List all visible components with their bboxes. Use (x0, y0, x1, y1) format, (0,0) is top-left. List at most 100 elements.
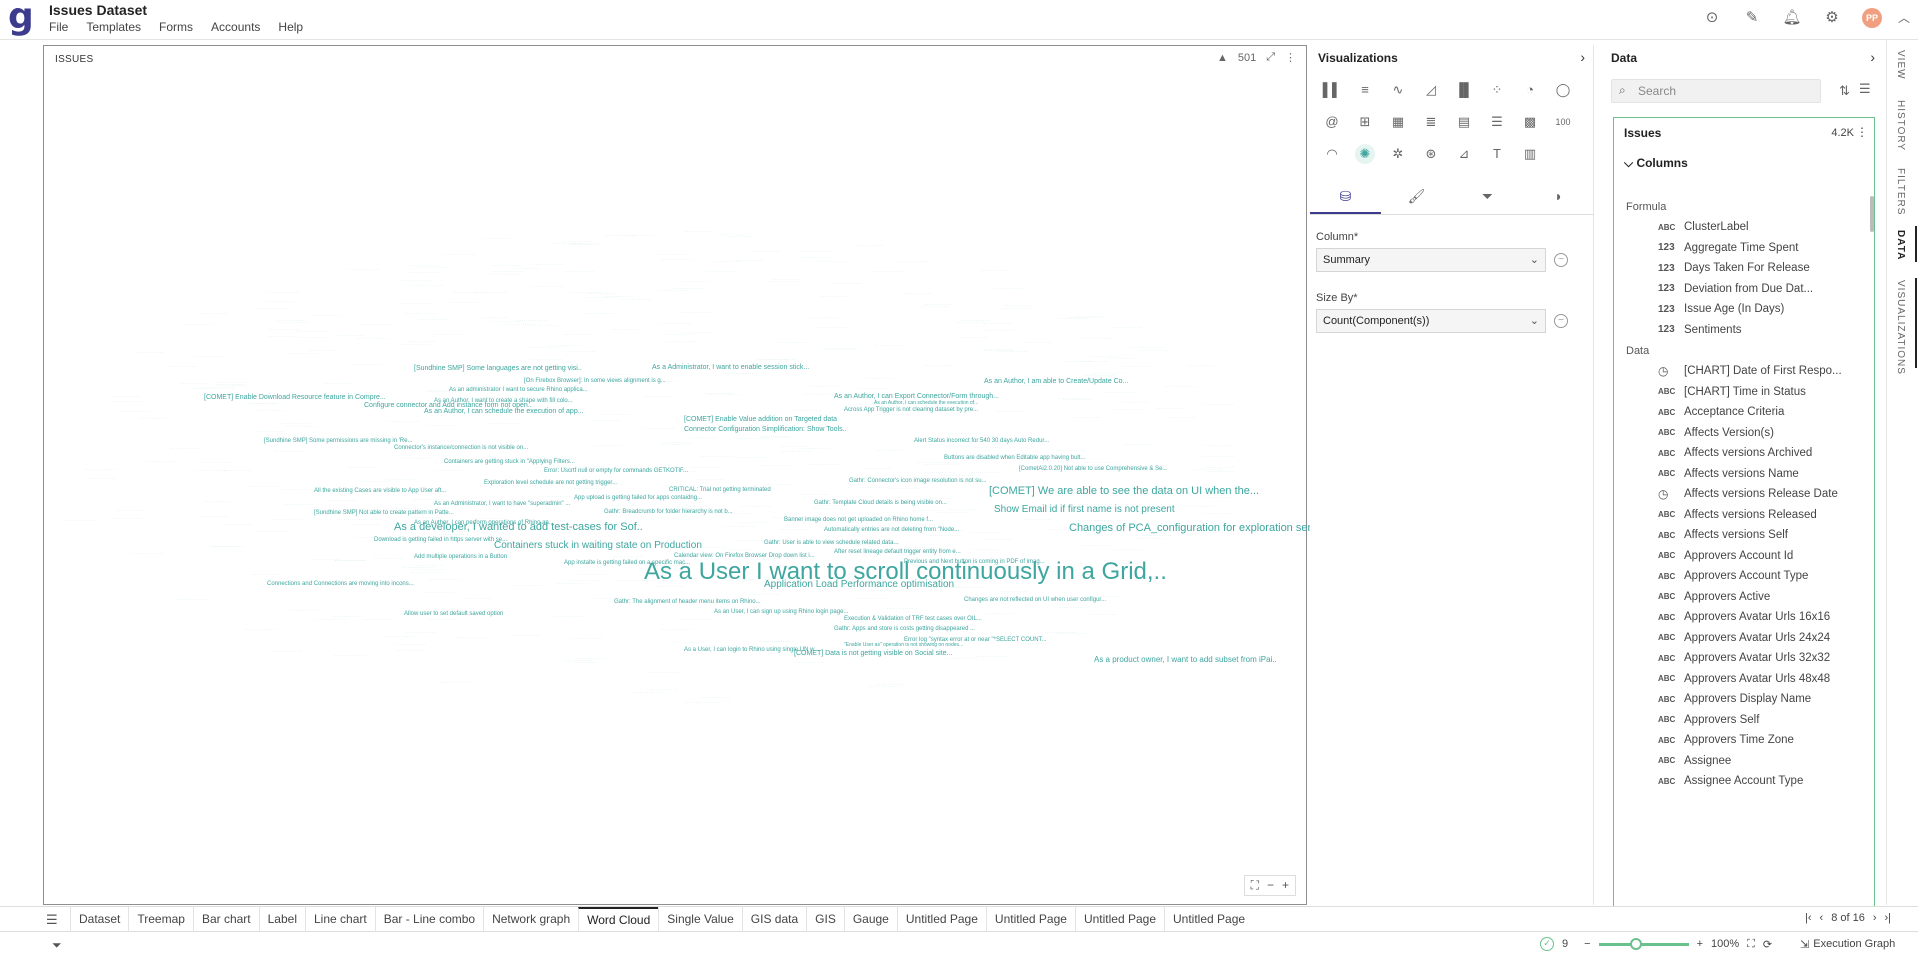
table-icon[interactable]: ▤ (1454, 112, 1474, 132)
style-tab[interactable]: ◗ (1523, 179, 1594, 214)
cloud-word-small[interactable]: · · · · · · · · · · · · · · · · · (701, 695, 731, 699)
column-item[interactable]: ◷ Affects versions Release Date (1658, 484, 1838, 504)
cloud-word-small[interactable]: · · · · · · · · · · · · · · · · · (110, 395, 140, 398)
cloud-word-small[interactable]: · · · · · · · · · · · · · · · · · (1000, 307, 1030, 310)
cloud-word[interactable]: [CometAi2.0.20] Not able to use Comprehe… (1019, 466, 1167, 472)
cloud-word-small[interactable]: · · · · · · · · · · · · · · · · · (666, 340, 696, 343)
cloud-word-small[interactable]: · · · · · · · · · · · · · · · · · (998, 590, 1028, 593)
cloud-word-small[interactable]: · · · · · · · · · · · · · · · · · (898, 260, 928, 263)
cloud-word[interactable]: Download is getting failed in https serv… (374, 537, 507, 543)
cloud-word-small[interactable]: · · · · · · · · · · · · · · · · · (599, 413, 629, 416)
side-tab-view[interactable]: VIEW (1895, 50, 1906, 80)
side-tab-data[interactable]: DATA (1895, 230, 1906, 260)
cloud-word-small[interactable]: · · · · · · · · · · · · · · · · · (875, 343, 905, 347)
cloud-word-small[interactable]: · · · · · · · · · · · · · · · · · (274, 318, 304, 322)
cloud-word-small[interactable]: · · · · · · · · · · · · · · · · · (709, 392, 739, 396)
cloud-word-small[interactable]: · · · · · · · · · · · · · · · · · (980, 268, 1010, 272)
cloud-word[interactable]: As a product owner, I want to add subset… (1094, 656, 1277, 664)
menu-templates[interactable]: Templates (86, 20, 141, 34)
cloud-word-small[interactable]: · · · · · · · · · · · · · · · · · (347, 466, 377, 469)
cloud-word-small[interactable]: · · · · · · · · · · · · · · · · · (758, 435, 788, 438)
cloud-word-small[interactable]: · · · · · · · · · · · · · · · · · (562, 658, 592, 662)
cloud-word-small[interactable]: · · · · · · · · · · · · · · · · · (1081, 544, 1111, 547)
cloud-word-small[interactable]: · · · · · · · · · · · · · · · · · (337, 517, 367, 521)
cloud-word-small[interactable]: · · · · · · · · · · · · · · · · · (760, 464, 790, 467)
cloud-word-small[interactable]: · · · · · · · · · · · · · · · · · (539, 494, 569, 498)
cloud-word-small[interactable]: · · · · · · · · · · · · · · · · · (724, 524, 754, 528)
cloud-word-small[interactable]: · · · · · · · · · · · · · · · · · (661, 257, 691, 261)
page-tab[interactable]: Bar chart (192, 907, 259, 932)
cloud-word-small[interactable]: · · · · · · · · · · · · · · · · · (248, 484, 278, 488)
number-icon[interactable]: 100 (1553, 112, 1573, 132)
cloud-word-small[interactable]: · · · · · · · · · · · · · · · · · (645, 427, 675, 430)
cloud-word-small[interactable]: · · · · · · · · · · · · · · · · · (780, 444, 810, 448)
gear-icon[interactable]: ⚙ (1822, 8, 1842, 28)
cloud-word-small[interactable]: · · · · · · · · · · · · · · · · · (725, 372, 755, 375)
cloud-word-small[interactable]: · · · · · · · · · · · · · · · · · (563, 333, 593, 336)
cloud-word[interactable]: As an Author, I want to create a shape w… (434, 398, 573, 404)
column-item[interactable]: 123 Days Taken For Release (1658, 258, 1810, 278)
cloud-word-small[interactable]: · · · · · · · · · · · · · · · · · (493, 269, 523, 273)
column-item[interactable]: ABC Affects Version(s) (1658, 423, 1774, 443)
cloud-word-small[interactable]: · · · · · · · · · · · · · · · · · (657, 253, 687, 256)
cloud-word-small[interactable]: · · · · · · · · · · · · · · · · · (779, 527, 809, 531)
cloud-word-small[interactable]: · · · · · · · · · · · · · · · · · (687, 436, 717, 439)
cloud-word-small[interactable]: · · · · · · · · · · · · · · · · · (874, 270, 904, 273)
column-item[interactable]: ABC Assignee (1658, 751, 1731, 771)
fit-page-icon[interactable]: ⛶ (1747, 938, 1755, 951)
side-tab-visualizations[interactable]: VISUALIZATIONS (1895, 280, 1906, 375)
cloud-word[interactable]: [COMET] Enable Value addition on Targete… (684, 416, 837, 423)
cloud-word-small[interactable]: · · · · · · · · · · · · · · · · · (862, 466, 892, 470)
page-tab[interactable]: Dataset (70, 907, 128, 932)
cloud-word-small[interactable]: · · · · · · · · · · · · · · · · · (694, 477, 724, 481)
cloud-word-small[interactable]: · · · · · · · · · · · · · · · · · (529, 323, 559, 327)
cloud-word-small[interactable]: · · · · · · · · · · · · · · · · · (351, 363, 381, 366)
column-item[interactable]: ◷ [CHART] Date of First Respo... (1658, 361, 1842, 381)
cloud-word-small[interactable]: · · · · · · · · · · · · · · · · · (1085, 461, 1115, 464)
cloud-word-small[interactable]: · · · · · · · · · · · · · · · · · (177, 597, 207, 601)
cloud-word[interactable]: Changes of PCA_configuration for explora… (1069, 523, 1328, 534)
cloud-word-small[interactable]: · · · · · · · · · · · · · · · · · (650, 670, 680, 674)
cloud-word-small[interactable]: · · · · · · · · · · · · · · · · · (134, 351, 164, 354)
filter-tab[interactable]: ⏷ (1452, 179, 1523, 214)
cloud-word-small[interactable]: · · · · · · · · · · · · · · · · · (996, 287, 1026, 290)
cloud-word-small[interactable]: · · · · · · · · · · · · · · · · · (775, 341, 805, 344)
cloud-word-small[interactable]: · · · · · · · · · · · · · · · · · (395, 648, 425, 652)
cloud-word-small[interactable]: · · · · · · · · · · · · · · · · · (360, 479, 390, 483)
cloud-word-small[interactable]: · · · · · · · · · · · · · · · · · (255, 430, 285, 433)
cloud-word-small[interactable]: · · · · · · · · · · · · · · · · · (658, 289, 688, 292)
cloud-word-small[interactable]: · · · · · · · · · · · · · · · · · (1119, 400, 1149, 404)
cloud-word-small[interactable]: · · · · · · · · · · · · · · · · · (248, 401, 278, 405)
cloud-word[interactable]: As an Author, I can perform operations o… (414, 520, 554, 526)
cloud-word-small[interactable]: · · · · · · · · · · · · · · · · · (995, 409, 1025, 413)
cloud-word-small[interactable]: · · · · · · · · · · · · · · · · · (808, 384, 838, 388)
cloud-word-small[interactable]: · · · · · · · · · · · · · · · · · (476, 290, 506, 294)
column-item[interactable]: ABC Approvers Account Type (1658, 566, 1808, 586)
cloud-word-small[interactable]: · · · · · · · · · · · · · · · · · (611, 327, 641, 331)
cloud-word-small[interactable]: · · · · · · · · · · · · · · · · · (112, 400, 142, 403)
page-tab[interactable]: Word Cloud (578, 907, 659, 932)
cloud-word-small[interactable]: · · · · · · · · · · · · · · · · · (511, 583, 541, 587)
dataset-name[interactable]: Issues (1624, 126, 1661, 140)
cloud-word-small[interactable]: · · · · · · · · · · · · · · · · · (971, 470, 1001, 474)
app-logo[interactable]: g (8, 0, 34, 40)
cloud-word-small[interactable]: · · · · · · · · · · · · · · · · · (462, 597, 492, 600)
cloud-word-small[interactable]: · · · · · · · · · · · · · · · · · (1107, 357, 1137, 360)
cloud-word-small[interactable]: · · · · · · · · · · · · · · · · · (204, 386, 234, 389)
cloud-word[interactable]: As an Author, I can schedule the executi… (424, 408, 584, 415)
cloud-word-small[interactable]: · · · · · · · · · · · · · · · · · (859, 387, 889, 390)
cloud-word-small[interactable]: · · · · · · · · · · · · · · · · · (254, 408, 284, 412)
menu-accounts[interactable]: Accounts (211, 20, 260, 34)
bar-chart-icon[interactable]: ≡ (1355, 80, 1375, 100)
cloud-word-small[interactable]: · · · · · · · · · · · · · · · · · (280, 488, 310, 491)
cloud-word[interactable]: [On Firebox Browser]: In some views alig… (524, 378, 666, 384)
fit-icon[interactable]: ⛶ (1251, 878, 1259, 893)
cloud-word-small[interactable]: · · · · · · · · · · · · · · · · · (750, 593, 780, 596)
cloud-word-small[interactable]: · · · · · · · · · · · · · · · · · (555, 581, 585, 585)
cloud-word-small[interactable]: · · · · · · · · · · · · · · · · · (1204, 403, 1234, 406)
column-chart-icon[interactable]: ▌▌ (1322, 80, 1342, 100)
cloud-word-small[interactable]: · · · · · · · · · · · · · · · · · (194, 354, 224, 358)
cloud-word-small[interactable]: · · · · · · · · · · · · · · · · · (984, 329, 1014, 332)
cloud-word-small[interactable]: · · · · · · · · · · · · · · · · · (942, 473, 972, 477)
cloud-word-small[interactable]: · · · · · · · · · · · · · · · · · (684, 230, 714, 233)
